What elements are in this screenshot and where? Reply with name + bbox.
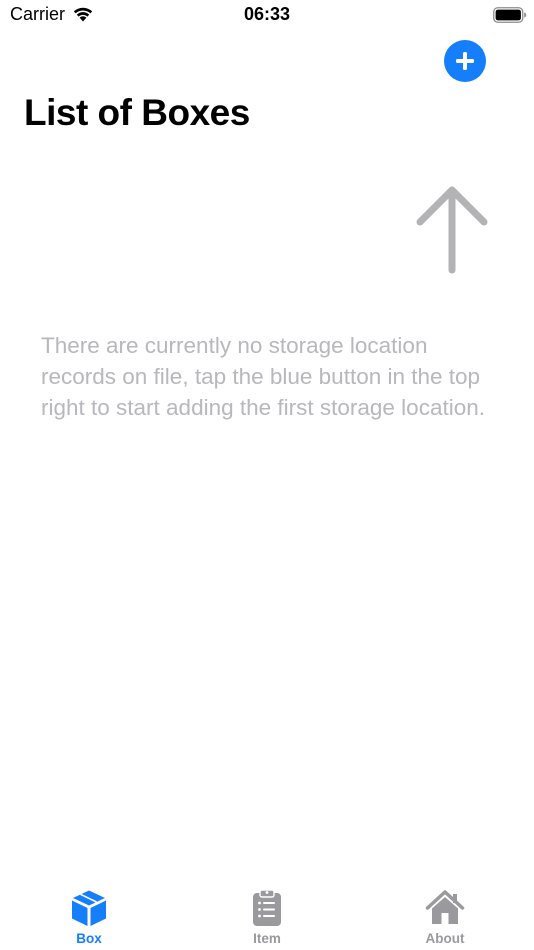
house-icon [425, 890, 465, 924]
status-time: 06:33 [243, 4, 291, 24]
tab-bar: Box Item About [0, 880, 534, 950]
page-title: List of Boxes [24, 92, 250, 133]
status-bar: Carrier 06:33 [0, 0, 534, 30]
add-box-button[interactable] [444, 40, 486, 82]
tab-box[interactable]: Box [29, 888, 149, 946]
arrow-up-icon [416, 186, 488, 274]
clipboard-list-icon [253, 889, 281, 926]
empty-state-message: There are currently no storage location … [41, 333, 485, 420]
tab-item-label: Item [253, 931, 281, 946]
tab-item[interactable]: Item [207, 888, 327, 946]
tab-box-label: Box [76, 931, 102, 946]
battery-icon [493, 7, 527, 23]
tab-about-label: About [425, 931, 465, 946]
cube-icon [72, 890, 106, 926]
plus-icon [456, 52, 474, 70]
tab-about[interactable]: About [385, 888, 505, 946]
